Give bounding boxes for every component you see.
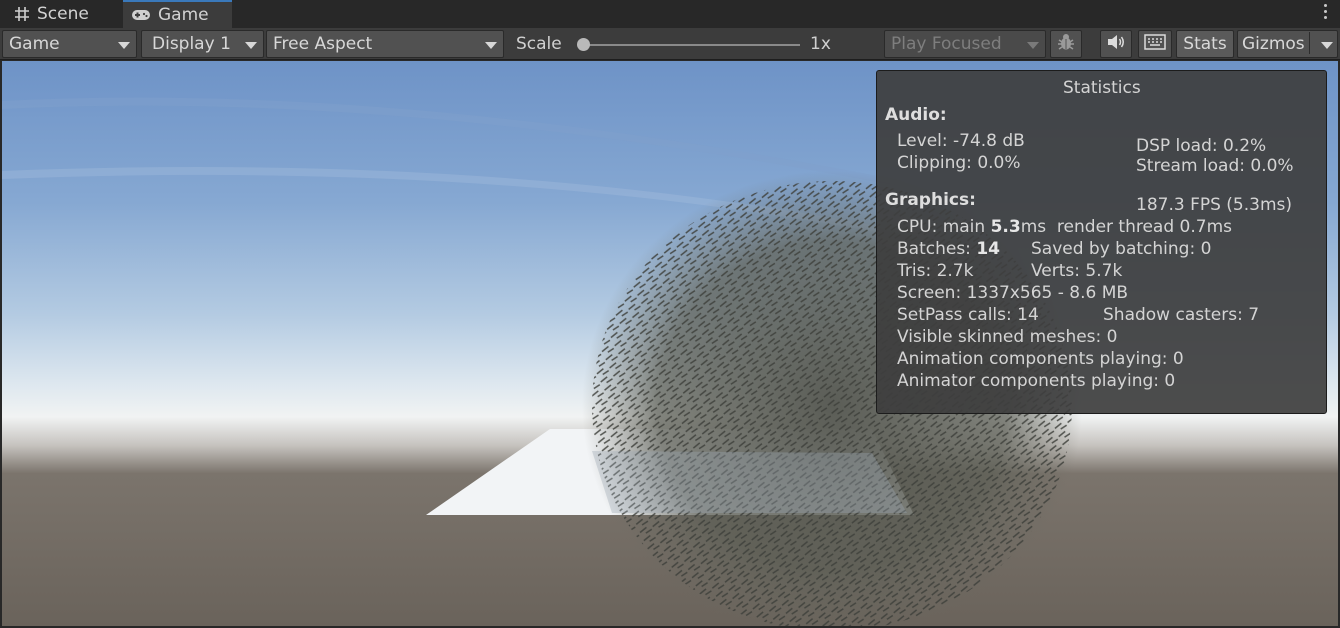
gizmos-button-label: Gizmos <box>1242 34 1305 54</box>
tab-bar: Scene Game <box>0 0 1340 28</box>
stats-button[interactable]: Stats <box>1176 30 1234 58</box>
kebab-menu-icon[interactable] <box>1324 4 1328 22</box>
animator-components-readout: Animator components playing: 0 <box>897 371 1176 391</box>
aspect-dropdown-label: Free Aspect <box>273 34 373 54</box>
chevron-down-icon <box>118 42 130 49</box>
screen-readout: Screen: 1337x565 - 8.6 MB <box>897 283 1129 303</box>
tab-game[interactable]: Game <box>123 0 232 28</box>
graphics-header: Graphics: <box>885 190 976 210</box>
tris-readout: Tris: 2.7k <box>897 261 974 281</box>
animation-components-readout: Animation components playing: 0 <box>897 349 1184 369</box>
batches-prefix: Batches: <box>897 239 977 259</box>
gizmos-button[interactable]: Gizmos <box>1237 30 1338 58</box>
scale-slider-handle[interactable] <box>577 38 590 51</box>
statistics-panel: Statistics Audio: Level: -74.8 dB Clippi… <box>876 70 1327 414</box>
scale-label: Scale <box>516 34 562 54</box>
play-focused-dropdown[interactable]: Play Focused <box>884 30 1046 58</box>
audio-level: Level: -74.8 dB <box>897 131 1025 151</box>
chevron-down-icon <box>245 42 257 49</box>
cpu-prefix: CPU: main <box>897 217 991 237</box>
verts-readout: Verts: 5.7k <box>1031 261 1123 281</box>
tab-game-label: Game <box>158 5 209 25</box>
mute-audio-button[interactable] <box>1100 30 1132 58</box>
display-dropdown-label: Display 1 <box>152 34 231 54</box>
stream-load: Stream load: 0.0% <box>1136 156 1294 176</box>
shortcuts-button[interactable] <box>1138 30 1172 58</box>
aspect-dropdown[interactable]: Free Aspect <box>266 30 504 58</box>
tab-scene-label: Scene <box>37 4 89 24</box>
cpu-readout: CPU: main 5.3ms render thread 0.7ms <box>897 217 1232 237</box>
game-view-dropdown[interactable]: Game <box>2 30 137 58</box>
scale-slider-track[interactable] <box>584 44 800 46</box>
audio-header: Audio: <box>885 105 947 125</box>
setpass-readout: SetPass calls: 14 <box>897 305 1039 325</box>
debug-button[interactable] <box>1050 30 1082 58</box>
bug-icon <box>1056 32 1076 57</box>
cpu-main-value: 5.3 <box>990 217 1021 237</box>
fps-readout: 187.3 FPS (5.3ms) <box>1136 195 1293 215</box>
dsp-load: DSP load: 0.2% <box>1136 136 1267 156</box>
statistics-title: Statistics <box>1063 78 1141 98</box>
chevron-down-icon <box>485 42 497 49</box>
game-view-dropdown-label: Game <box>9 34 60 54</box>
batches-value: 14 <box>976 239 1000 259</box>
visible-skinned-readout: Visible skinned meshes: 0 <box>897 327 1118 347</box>
stats-button-label: Stats <box>1183 34 1227 54</box>
batches-readout: Batches: 14 <box>897 239 1000 259</box>
tab-scene[interactable]: Scene <box>8 0 120 28</box>
saved-by-batching: Saved by batching: 0 <box>1031 239 1212 259</box>
gamepad-icon <box>131 8 151 22</box>
audio-clipping: Clipping: 0.0% <box>897 153 1021 173</box>
play-focused-label: Play Focused <box>891 34 1002 54</box>
speaker-icon <box>1106 34 1126 55</box>
scale-value: 1x <box>810 34 831 54</box>
chevron-down-icon <box>1027 42 1039 49</box>
keyboard-icon <box>1144 33 1166 55</box>
gizmos-separator <box>1309 32 1310 54</box>
cpu-suffix: ms render thread 0.7ms <box>1020 217 1232 237</box>
shadow-casters-readout: Shadow casters: 7 <box>1103 305 1260 325</box>
display-dropdown[interactable]: Display 1 <box>141 30 264 58</box>
chevron-down-icon[interactable] <box>1321 42 1333 49</box>
grid-icon <box>14 6 30 22</box>
